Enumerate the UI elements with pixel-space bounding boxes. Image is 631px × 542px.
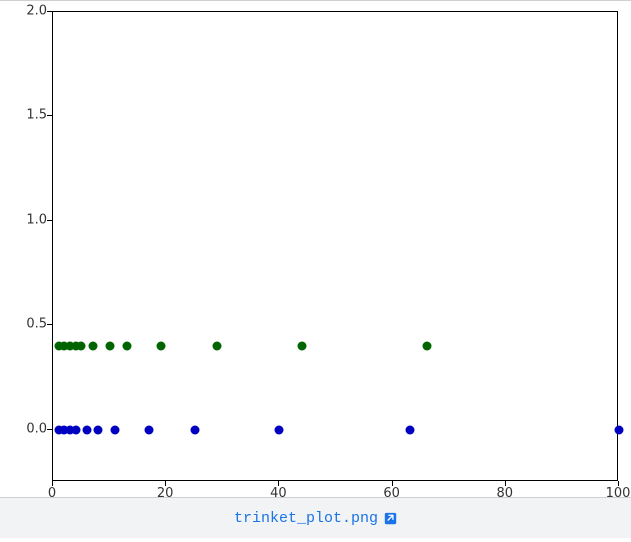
y-tick-mark <box>47 220 52 221</box>
chart-figure: 0 20 40 60 80 100 0.0 0.5 1.0 1.5 2.0 <box>0 0 631 498</box>
x-tick-label: 80 <box>497 486 514 501</box>
x-tick-label: 0 <box>48 486 56 501</box>
data-point <box>405 425 414 434</box>
filename-link[interactable]: trinket_plot.png <box>234 510 378 527</box>
data-point <box>422 342 431 351</box>
y-tick-label: 1.5 <box>7 108 47 123</box>
data-point <box>213 342 222 351</box>
y-tick-mark <box>47 115 52 116</box>
data-point <box>122 342 131 351</box>
data-point <box>275 425 284 434</box>
plot-area <box>52 11 618 481</box>
data-point <box>71 425 80 434</box>
y-tick-mark <box>47 11 52 12</box>
data-point <box>94 425 103 434</box>
x-tick-label: 60 <box>383 486 400 501</box>
y-tick-mark <box>47 429 52 430</box>
data-point <box>77 342 86 351</box>
y-tick-label: 2.0 <box>7 4 47 19</box>
data-point <box>156 342 165 351</box>
y-tick-label: 0.0 <box>7 421 47 436</box>
x-tick-label: 100 <box>606 486 631 501</box>
data-point <box>88 342 97 351</box>
data-point <box>105 342 114 351</box>
open-external-icon[interactable] <box>384 512 397 525</box>
y-tick-mark <box>47 324 52 325</box>
y-tick-label: 0.5 <box>7 317 47 332</box>
data-point <box>111 425 120 434</box>
y-tick-label: 1.0 <box>7 212 47 227</box>
x-tick-label: 40 <box>270 486 287 501</box>
data-point <box>145 425 154 434</box>
x-tick-label: 20 <box>157 486 174 501</box>
data-point <box>190 425 199 434</box>
filename-bar: trinket_plot.png <box>0 498 631 538</box>
data-point <box>82 425 91 434</box>
data-point <box>298 342 307 351</box>
data-point <box>615 425 624 434</box>
